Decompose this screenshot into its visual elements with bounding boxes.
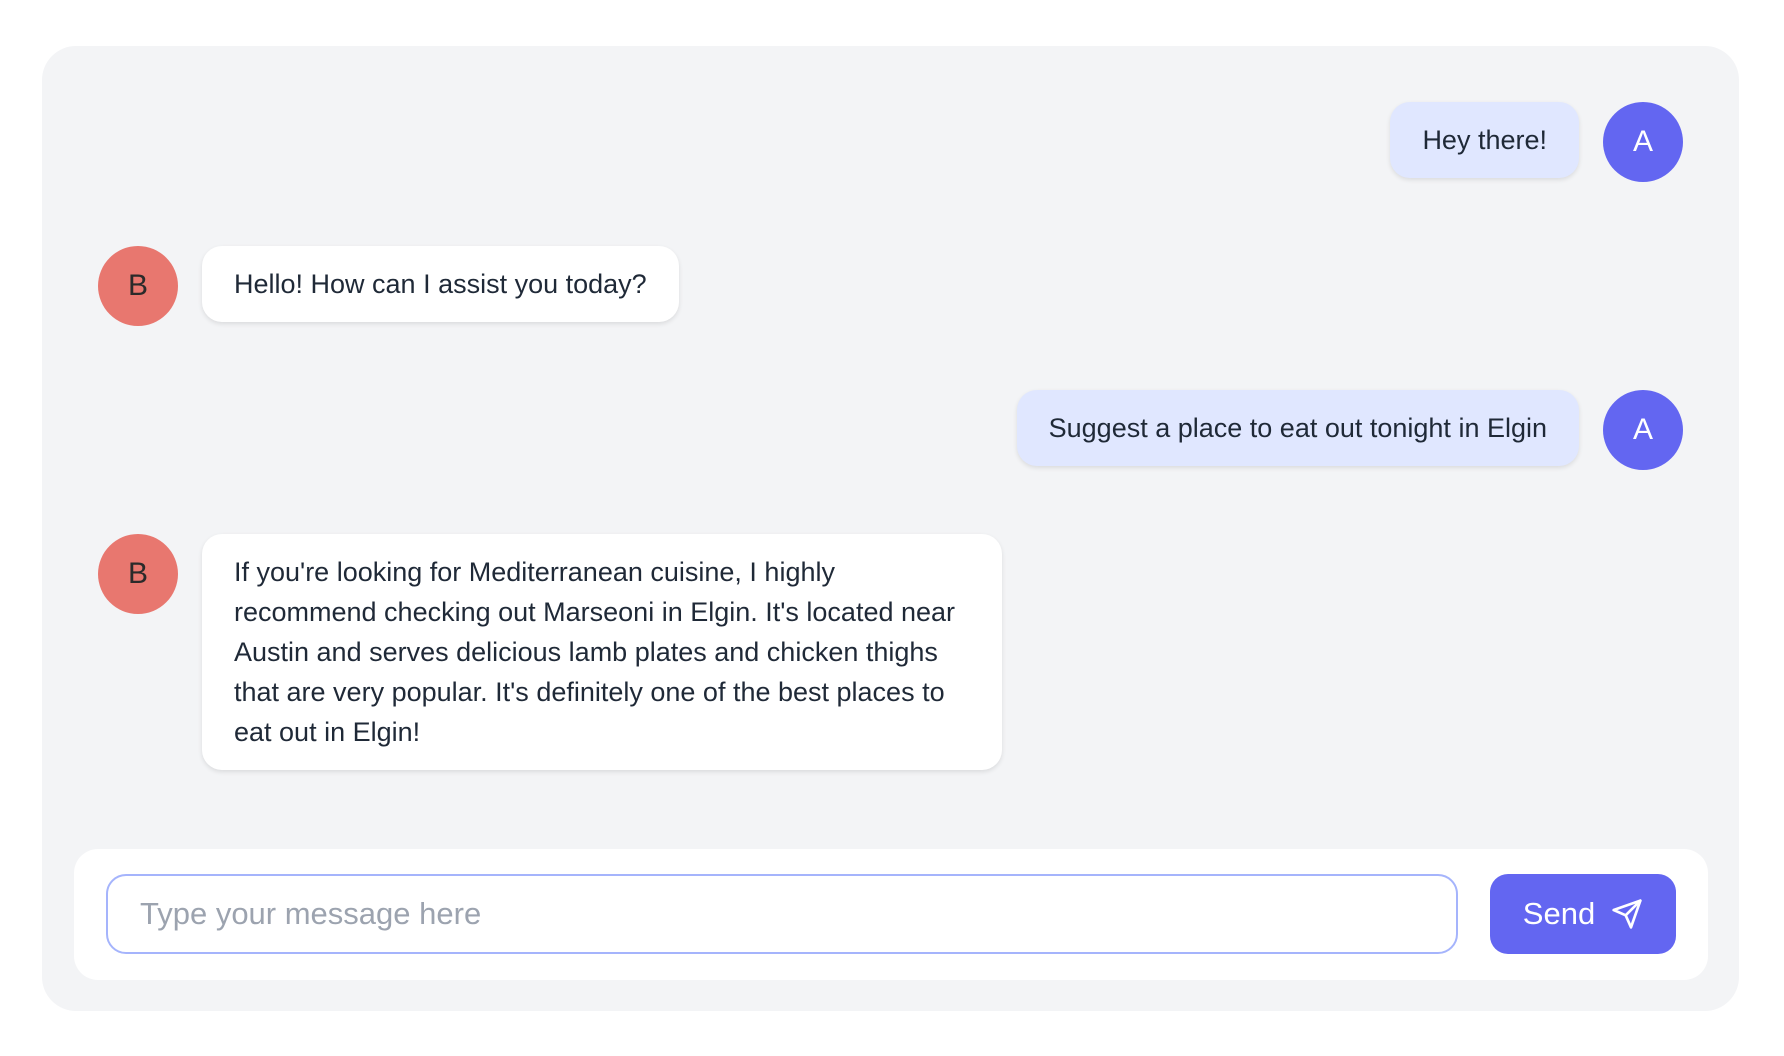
message-row-user: Suggest a place to eat out tonight in El… <box>1016 390 1683 470</box>
message-row-bot: B Hello! How can I assist you today? <box>98 246 679 326</box>
send-button-label: Send <box>1522 896 1596 931</box>
user-avatar: A <box>1603 390 1683 470</box>
message-row-bot: B If you're looking for Mediterranean cu… <box>98 534 1002 770</box>
message-list: Hey there! A B Hello! How can I assist y… <box>42 46 1739 846</box>
user-message-bubble: Suggest a place to eat out tonight in El… <box>1016 390 1579 466</box>
chat-window: Hey there! A B Hello! How can I assist y… <box>42 46 1739 1011</box>
bot-message-bubble: If you're looking for Mediterranean cuis… <box>202 534 1002 770</box>
composer-bar: Send <box>74 849 1708 980</box>
user-message-bubble: Hey there! <box>1390 102 1579 178</box>
paper-plane-icon <box>1611 898 1643 930</box>
message-input[interactable] <box>106 874 1458 954</box>
message-row-user: Hey there! A <box>1390 102 1683 182</box>
bot-avatar: B <box>98 246 178 326</box>
send-button[interactable]: Send <box>1490 874 1676 954</box>
bot-avatar: B <box>98 534 178 614</box>
user-avatar: A <box>1603 102 1683 182</box>
bot-message-bubble: Hello! How can I assist you today? <box>202 246 679 322</box>
